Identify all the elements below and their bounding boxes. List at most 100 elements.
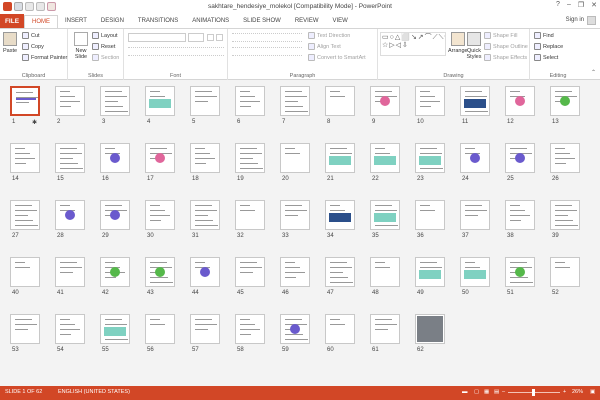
tab-animations[interactable]: ANIMATIONS [185, 14, 236, 28]
slide-thumbnail[interactable] [370, 314, 400, 344]
slide-thumbnail[interactable] [370, 143, 400, 173]
slide-thumbnail[interactable] [55, 143, 85, 173]
restore-button[interactable]: ❐ [578, 1, 584, 9]
align-text-button[interactable]: Align Text [308, 43, 341, 50]
slide-thumbnail[interactable] [235, 257, 265, 287]
slide-thumbnail[interactable] [145, 257, 175, 287]
slide-thumbnail[interactable] [190, 200, 220, 230]
tab-home[interactable]: HOME [24, 15, 58, 28]
slide-thumbnail[interactable] [325, 257, 355, 287]
tab-insert[interactable]: INSERT [58, 14, 94, 28]
slide-thumbnail[interactable] [145, 200, 175, 230]
ribbon-display-icon[interactable] [587, 16, 596, 25]
minimize-button[interactable]: – [567, 1, 571, 9]
slide-thumbnail[interactable] [505, 143, 535, 173]
slide-thumbnail[interactable] [325, 200, 355, 230]
slide-thumbnail[interactable] [235, 143, 265, 173]
slide-thumbnail[interactable] [145, 143, 175, 173]
slide-thumbnail[interactable] [415, 200, 445, 230]
slide-thumbnail[interactable] [280, 143, 310, 173]
slide-thumbnail[interactable] [325, 86, 355, 116]
slide-thumbnail[interactable] [460, 257, 490, 287]
slide-thumbnail[interactable] [100, 200, 130, 230]
slide-thumbnail[interactable] [10, 143, 40, 173]
slide-thumbnail[interactable] [10, 200, 40, 230]
slide-thumbnail[interactable] [550, 200, 580, 230]
slide-thumbnail[interactable] [370, 200, 400, 230]
text-direction-button[interactable]: Text Direction [308, 32, 350, 39]
notes-icon[interactable]: ▬ [462, 389, 468, 395]
slide-sorter-icon[interactable]: ▦ [484, 389, 489, 395]
list-buttons[interactable] [232, 33, 302, 42]
slide-thumbnail[interactable] [505, 200, 535, 230]
slide-thumbnail[interactable] [235, 86, 265, 116]
slide-thumbnail[interactable] [370, 257, 400, 287]
shape-effects-button[interactable]: Shape Effects [484, 54, 527, 61]
slide-thumbnail[interactable] [235, 314, 265, 344]
language-indicator[interactable]: ENGLISH (UNITED STATES) [58, 389, 130, 395]
slide-thumbnail[interactable] [280, 86, 310, 116]
shape-fill-button[interactable]: Shape Fill [484, 32, 517, 39]
slide-thumbnail[interactable] [55, 200, 85, 230]
slide-thumbnail[interactable] [55, 257, 85, 287]
section-button[interactable]: Section [92, 54, 119, 61]
select-button[interactable]: Select [534, 54, 558, 61]
slide-thumbnail[interactable] [145, 314, 175, 344]
slide-thumbnail[interactable] [100, 86, 130, 116]
increase-font-icon[interactable] [207, 34, 214, 41]
slide-thumbnail[interactable] [10, 314, 40, 344]
reset-button[interactable]: Reset [92, 43, 115, 50]
reading-view-icon[interactable]: ▤ [494, 389, 499, 395]
zoom-slider-thumb[interactable] [532, 389, 535, 396]
slide-thumbnail[interactable] [190, 86, 220, 116]
slide-thumbnail[interactable] [100, 257, 130, 287]
convert-smartart-button[interactable]: Convert to SmartArt [308, 54, 366, 61]
format-painter-button[interactable]: Format Painter [22, 54, 67, 61]
zoom-in-button[interactable]: + [563, 389, 566, 395]
slide-thumbnail[interactable] [550, 86, 580, 116]
cut-button[interactable]: Cut [22, 32, 40, 39]
slide-thumbnail[interactable] [280, 257, 310, 287]
slide-thumbnail[interactable] [415, 86, 445, 116]
slide-thumbnail[interactable] [190, 314, 220, 344]
alignment-buttons[interactable] [232, 47, 302, 56]
fit-window-icon[interactable]: ▣ [590, 389, 595, 395]
slide-thumbnail[interactable] [460, 86, 490, 116]
slide-thumbnail[interactable] [370, 86, 400, 116]
shapes-gallery[interactable]: ▭○△⬜↘↗⌒⟋⟍⬠⬡{}☆▷◁⇩ [380, 32, 446, 56]
collapse-ribbon-icon[interactable]: ⌃ [591, 69, 596, 76]
sign-in-link[interactable]: Sign in [566, 17, 584, 23]
slide-thumbnail[interactable] [55, 314, 85, 344]
tab-design[interactable]: DESIGN [94, 14, 131, 28]
slide-thumbnail[interactable] [415, 257, 445, 287]
slide-thumbnail[interactable] [190, 143, 220, 173]
slide-thumbnail[interactable] [235, 200, 265, 230]
font-family-dropdown[interactable] [128, 33, 186, 42]
zoom-level[interactable]: 26% [572, 389, 583, 395]
help-button[interactable]: ? [556, 1, 560, 9]
paste-button[interactable]: Paste [3, 32, 17, 54]
slide-thumbnail[interactable] [505, 257, 535, 287]
slide-thumbnail[interactable] [550, 143, 580, 173]
decrease-font-icon[interactable] [216, 34, 223, 41]
new-slide-button[interactable]: New Slide [72, 32, 90, 60]
tab-file[interactable]: FILE [0, 14, 24, 28]
slide-thumbnail[interactable] [460, 200, 490, 230]
replace-button[interactable]: Replace [534, 43, 563, 50]
normal-view-icon[interactable]: ▢ [474, 389, 479, 395]
font-format-buttons[interactable] [128, 47, 224, 56]
slide-thumbnail[interactable] [280, 314, 310, 344]
tab-transitions[interactable]: TRANSITIONS [131, 14, 185, 28]
slide-thumbnail[interactable] [55, 86, 85, 116]
slide-thumbnail[interactable] [460, 143, 490, 173]
close-button[interactable]: ✕ [591, 1, 597, 9]
slide-thumbnail[interactable] [10, 86, 40, 116]
slide-thumbnail[interactable] [100, 143, 130, 173]
slide-thumbnail[interactable] [415, 143, 445, 173]
tab-review[interactable]: REVIEW [288, 14, 326, 28]
shape-outline-button[interactable]: Shape Outline [484, 43, 528, 50]
slide-thumbnail[interactable] [325, 314, 355, 344]
slide-thumbnail[interactable] [325, 143, 355, 173]
slide-thumbnail[interactable] [100, 314, 130, 344]
slide-thumbnail[interactable] [415, 314, 445, 344]
